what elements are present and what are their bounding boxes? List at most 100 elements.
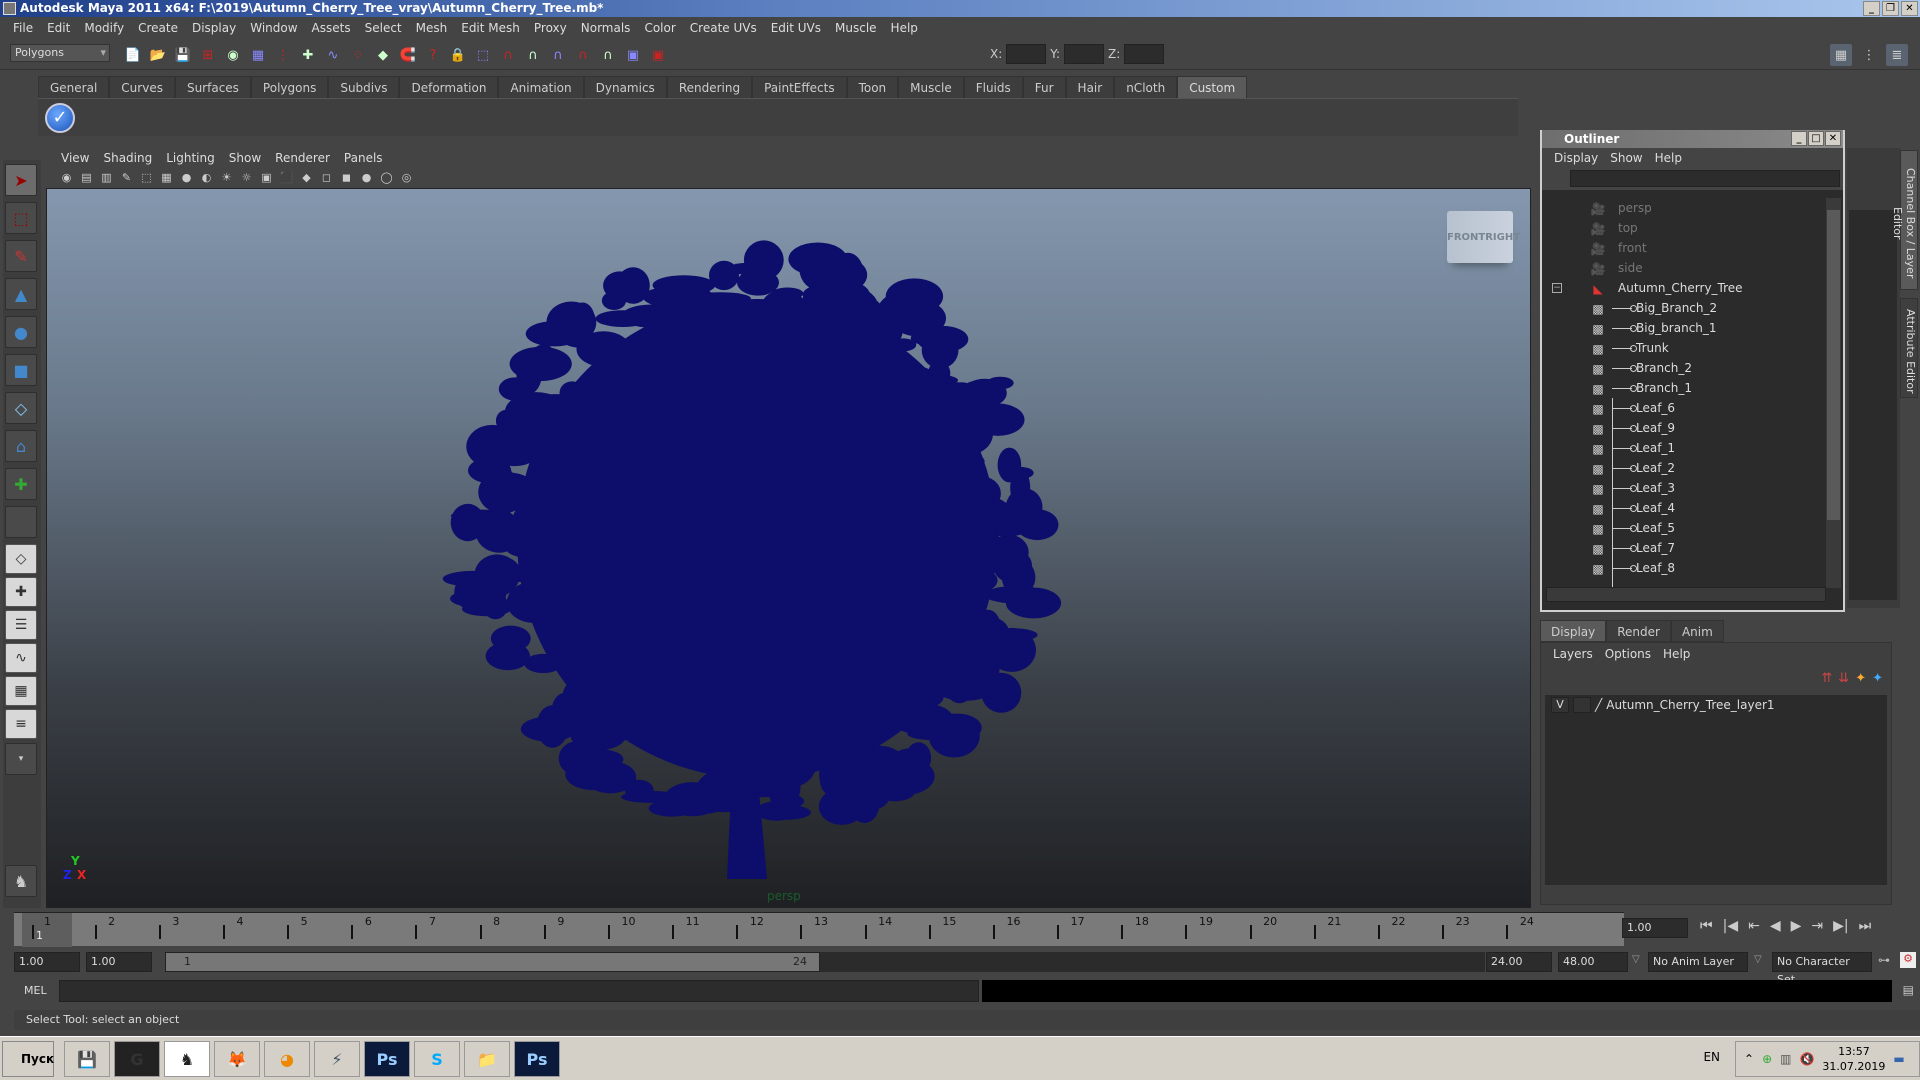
scale-tool-icon[interactable]: ■ xyxy=(5,354,37,386)
menu-create[interactable]: Create xyxy=(131,21,185,35)
go-to-end-button[interactable]: ⏭ xyxy=(1859,918,1872,934)
render-view-icon[interactable]: ▣ xyxy=(622,44,644,66)
snap-to-curve-icon[interactable]: ∿ xyxy=(322,44,344,66)
taskbar-app-firefox[interactable]: 🦊 xyxy=(214,1041,260,1077)
volume-muted-icon[interactable]: 🔇 xyxy=(1799,1052,1814,1066)
outliner-horizontal-scrollbar[interactable] xyxy=(1546,587,1826,602)
shelf-tab-toon[interactable]: Toon xyxy=(846,76,899,98)
outliner-item[interactable]: ▩ Big_Branch_2 xyxy=(1544,298,1816,318)
taskbar-app-maya[interactable]: ♞ xyxy=(164,1041,210,1077)
outliner-item[interactable]: ▩ Big_branch_1 xyxy=(1544,318,1816,338)
layer-menu-help[interactable]: Help xyxy=(1657,647,1696,661)
tab-attribute-editor[interactable]: Attribute Editor xyxy=(1900,298,1918,398)
outliner-item[interactable]: ▩ Leaf_7 xyxy=(1544,538,1816,558)
menu-create-uvs[interactable]: Create UVs xyxy=(683,21,764,35)
use-all-lights-icon[interactable]: ☀ xyxy=(218,169,235,185)
outliner-item[interactable]: ▩ Branch_2 xyxy=(1544,358,1816,378)
clock[interactable]: 13:57 31.07.2019 xyxy=(1822,1044,1885,1074)
outliner-item[interactable]: ▩ Leaf_1 xyxy=(1544,438,1816,458)
animation-start-field[interactable]: 1.00 xyxy=(14,952,80,972)
graph-persp-layout-icon[interactable]: ∿ xyxy=(5,643,37,673)
animation-end-field[interactable]: 48.00 xyxy=(1558,952,1628,972)
shelf-tab-deformation[interactable]: Deformation xyxy=(399,76,499,98)
panel-menu-show[interactable]: Show xyxy=(222,151,268,165)
shelf-tab-rendering[interactable]: Rendering xyxy=(666,76,753,98)
history-icon[interactable]: ? xyxy=(422,44,444,66)
move-layer-up-icon[interactable]: ⇈ xyxy=(1821,671,1832,686)
outliner-item[interactable]: ▩ Leaf_3 xyxy=(1544,478,1816,498)
select-tool-icon[interactable]: ➤ xyxy=(5,164,37,196)
tab-channel-box-layer-editor[interactable]: Channel Box / Layer Editor xyxy=(1891,150,1918,290)
script-editor-icon[interactable]: ▤ xyxy=(1903,983,1914,997)
layer-row[interactable]: V ╱ Autumn_Cherry_Tree_layer1 xyxy=(1545,695,1887,715)
range-slider[interactable]: 1 24 xyxy=(165,952,820,972)
move-tool-icon[interactable]: ✚ xyxy=(5,468,37,500)
outliner-item[interactable]: ▩ Leaf_2 xyxy=(1544,458,1816,478)
taskbar-app-photoshop-2[interactable]: Ps xyxy=(514,1041,560,1077)
layer-visibility-toggle[interactable]: V xyxy=(1551,697,1569,713)
attribute-editor-toggle-icon[interactable]: ▦ xyxy=(1830,44,1852,66)
menu-color[interactable]: Color xyxy=(637,21,682,35)
taskbar-app-skype[interactable]: S xyxy=(414,1041,460,1077)
play-forwards-button[interactable]: ▶ xyxy=(1791,918,1802,934)
hypershade-persp-layout-icon[interactable]: ▦ xyxy=(5,676,37,706)
shelf-tab-animation[interactable]: Animation xyxy=(498,76,584,98)
layer-color-swatch[interactable]: ╱ xyxy=(1595,698,1602,712)
playback-start-field[interactable]: 1.00 xyxy=(86,952,152,972)
bounding-box-icon[interactable]: ◻ xyxy=(318,169,335,185)
all-lights-icon[interactable]: ◯ xyxy=(378,169,395,185)
outliner-maximize-button[interactable]: □ xyxy=(1808,131,1824,146)
menu-file[interactable]: File xyxy=(6,21,40,35)
layer-playback-toggle[interactable] xyxy=(1573,697,1591,713)
rotate-tool-icon[interactable]: ● xyxy=(5,316,37,348)
anim-layer-dropdown-icon[interactable]: ▽ xyxy=(1632,954,1640,965)
outliner-item[interactable]: ▩ Leaf_6 xyxy=(1544,398,1816,418)
step-forward-key-button[interactable]: ⇥ xyxy=(1811,918,1823,934)
wireframe-icon[interactable]: ⬚ xyxy=(138,169,155,185)
checkmark-icon[interactable]: ✓ xyxy=(45,103,75,133)
step-back-frame-button[interactable]: |◀ xyxy=(1723,918,1738,934)
language-indicator[interactable]: EN xyxy=(1703,1050,1720,1064)
outliner-persp-layout-icon[interactable]: ☰ xyxy=(5,610,37,640)
new-empty-layer-icon[interactable]: ✦ xyxy=(1855,671,1866,686)
flat-shade-icon[interactable]: ● xyxy=(178,169,195,185)
network-icon[interactable]: ▥ xyxy=(1780,1052,1791,1066)
character-set-dropdown-icon[interactable]: ▽ xyxy=(1754,954,1762,965)
single-perspective-layout-icon[interactable]: ◇ xyxy=(5,544,37,574)
new-scene-icon[interactable]: 📄 xyxy=(122,44,144,66)
panel-menu-shading[interactable]: Shading xyxy=(96,151,159,165)
menu-window[interactable]: Window xyxy=(243,21,304,35)
snap-to-point-icon[interactable]: ⁘ xyxy=(347,44,369,66)
tray-expand-icon[interactable]: ⌃ xyxy=(1744,1052,1754,1066)
layout-more-button[interactable]: ▾ xyxy=(5,743,37,775)
shadows-icon[interactable]: ☼ xyxy=(238,169,255,185)
shelf-tab-general[interactable]: General xyxy=(38,76,110,98)
outliner-item[interactable]: 🎥 front xyxy=(1544,238,1816,258)
shelf-tab-subdivs[interactable]: Subdivs xyxy=(328,76,400,98)
menu-muscle[interactable]: Muscle xyxy=(828,21,884,35)
selected-only-icon[interactable]: ◎ xyxy=(398,169,415,185)
soft-mod-tool-icon[interactable]: ▲ xyxy=(5,278,37,310)
taskbar-app-3dsmax[interactable]: G xyxy=(114,1041,160,1077)
panel-menu-renderer[interactable]: Renderer xyxy=(268,151,337,165)
menu-proxy[interactable]: Proxy xyxy=(527,21,574,35)
panel-menu-panels[interactable]: Panels xyxy=(337,151,390,165)
menu-edit[interactable]: Edit xyxy=(40,21,77,35)
layer-tab-display[interactable]: Display xyxy=(1540,620,1607,642)
camera-attributes-icon[interactable]: ◉ xyxy=(58,169,75,185)
shelf-tab-fluids[interactable]: Fluids xyxy=(963,76,1023,98)
shelf-tab-curves[interactable]: Curves xyxy=(109,76,175,98)
taskbar-app-photoshop[interactable]: Ps xyxy=(364,1041,410,1077)
image-plane-icon[interactable]: ▥ xyxy=(98,169,115,185)
shelf-tab-surfaces[interactable]: Surfaces xyxy=(174,76,251,98)
menu-set-dropdown[interactable]: Polygons xyxy=(10,44,110,62)
outliner-item[interactable]: 🎥 persp xyxy=(1544,198,1816,218)
menu-help[interactable]: Help xyxy=(884,21,925,35)
outliner-item[interactable]: ▩ Leaf_9 xyxy=(1544,418,1816,438)
shelf-tab-muscle[interactable]: Muscle xyxy=(898,76,964,98)
make-live-icon[interactable]: 🧲 xyxy=(397,44,419,66)
update-icon[interactable]: ⊕ xyxy=(1762,1052,1772,1066)
snap-to-view-plane-icon[interactable]: ◆ xyxy=(372,44,394,66)
outliner-item[interactable]: ▩ Trunk xyxy=(1544,338,1816,358)
minimize-button[interactable]: _ xyxy=(1863,1,1880,16)
